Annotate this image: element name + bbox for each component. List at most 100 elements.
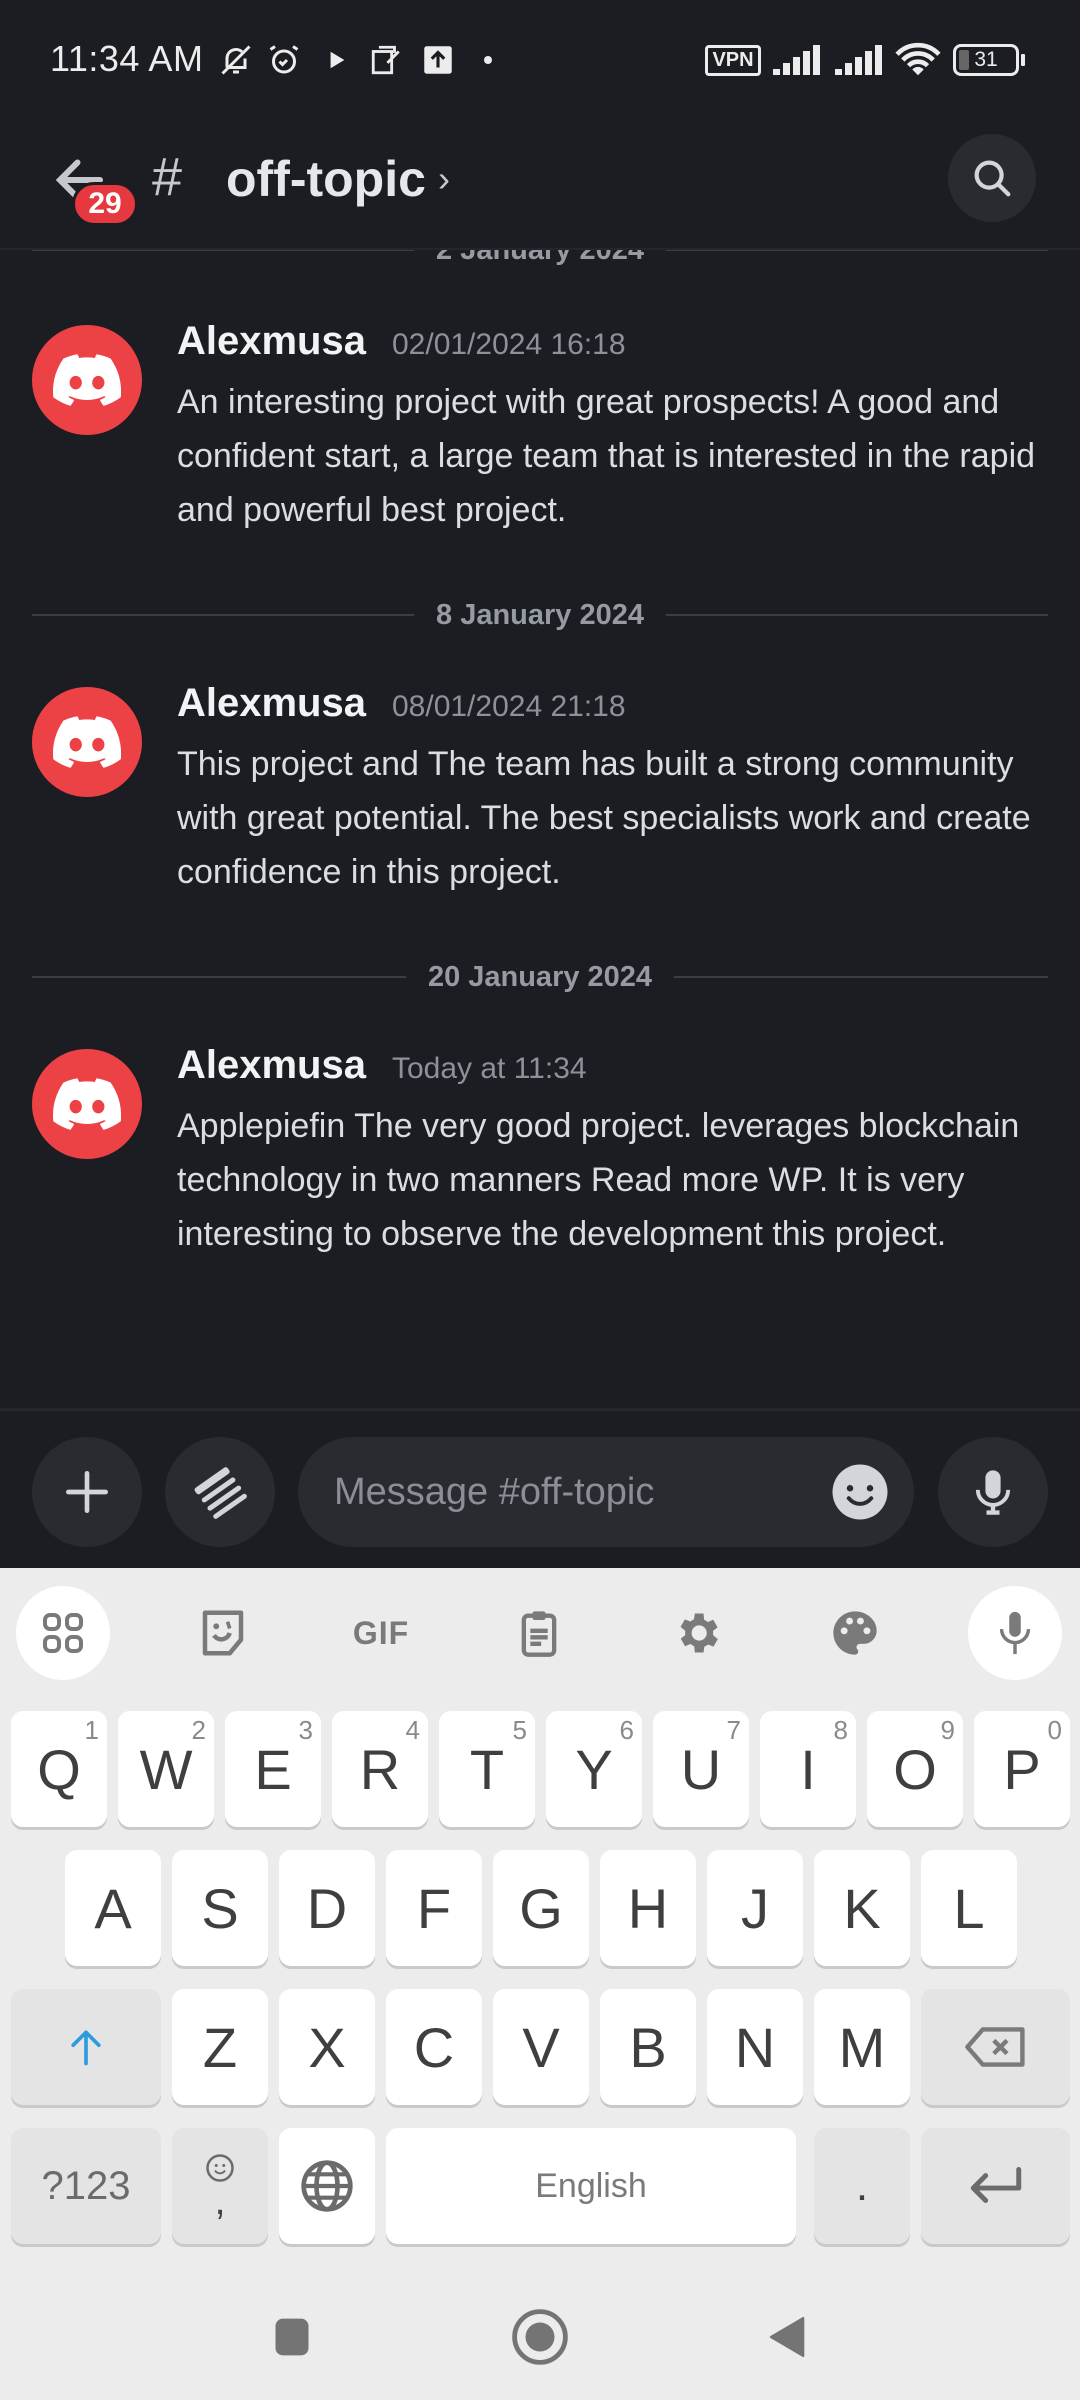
smiley-icon xyxy=(832,1464,888,1520)
key-y[interactable]: Y6 xyxy=(546,1711,642,1827)
alarm-icon xyxy=(264,40,304,80)
key-i[interactable]: I8 xyxy=(760,1711,856,1827)
chevron-right-icon[interactable]: › xyxy=(438,158,450,200)
backspace-key[interactable] xyxy=(921,1989,1070,2105)
search-icon xyxy=(974,160,1011,197)
wifi-icon xyxy=(892,40,944,80)
message-input-container[interactable] xyxy=(298,1437,914,1547)
key-u[interactable]: U7 xyxy=(653,1711,749,1827)
message-author[interactable]: Alexmusa xyxy=(177,681,366,726)
key-s[interactable]: S xyxy=(172,1850,268,1966)
enter-key[interactable] xyxy=(921,2128,1070,2244)
play-store-icon xyxy=(322,40,352,80)
message-text: Applepiefin The very good project. lever… xyxy=(177,1107,1020,1253)
system-nav-bar xyxy=(0,2270,1080,2400)
avatar[interactable] xyxy=(32,1049,142,1159)
triangle-back-icon xyxy=(769,2316,805,2358)
date-divider: 20 January 2024 xyxy=(32,957,1048,997)
date-divider: 2 January 2024 xyxy=(32,250,1049,270)
comma-key[interactable]: , xyxy=(172,2128,268,2244)
keyboard-voice-button[interactable] xyxy=(968,1586,1062,1680)
signal-icon xyxy=(770,40,822,80)
gear-icon xyxy=(680,1613,718,1653)
date-divider: 8 January 2024 xyxy=(32,595,1049,635)
key-b[interactable]: B xyxy=(600,1989,696,2105)
discord-logo-icon xyxy=(53,354,121,406)
palette-icon xyxy=(833,1611,877,1655)
shift-key[interactable] xyxy=(11,1989,161,2105)
square-icon xyxy=(275,2318,309,2356)
avatar[interactable] xyxy=(32,325,142,435)
theme-button[interactable] xyxy=(808,1586,902,1680)
key-v[interactable]: V xyxy=(493,1989,589,2105)
vpn-icon: VPN xyxy=(705,40,761,80)
status-bar: 11:34 AM VPN 31 xyxy=(0,0,1080,120)
home-button[interactable] xyxy=(500,2302,580,2372)
language-key[interactable] xyxy=(279,2128,375,2244)
backspace-icon xyxy=(964,2027,1025,2067)
message-input[interactable] xyxy=(334,1437,794,1547)
period-key[interactable]: . xyxy=(814,2128,910,2244)
message-text: An interesting project with great prospe… xyxy=(177,383,1036,529)
key-j[interactable]: J xyxy=(707,1850,803,1966)
message-composer xyxy=(0,1408,1080,1568)
key-m[interactable]: M xyxy=(814,1989,910,2105)
add-attachment-button[interactable] xyxy=(32,1437,142,1547)
clipboard-icon xyxy=(521,1611,557,1657)
key-k[interactable]: K xyxy=(814,1850,910,1966)
notes-icon xyxy=(366,40,406,80)
key-n[interactable]: N xyxy=(707,1989,803,2105)
dot-icon xyxy=(480,40,496,80)
unread-badge: 29 xyxy=(72,182,138,226)
message-author[interactable]: Alexmusa xyxy=(177,1043,366,1088)
keyboard-apps-button[interactable] xyxy=(16,1586,110,1680)
key-o[interactable]: O9 xyxy=(867,1711,963,1827)
clipboard-button[interactable] xyxy=(492,1586,586,1680)
space-key[interactable]: English xyxy=(386,2128,796,2244)
key-w[interactable]: W2 xyxy=(118,1711,214,1827)
key-g[interactable]: G xyxy=(493,1850,589,1966)
voice-message-button[interactable] xyxy=(938,1437,1048,1547)
keyboard-settings-button[interactable] xyxy=(650,1586,744,1680)
signal-icon-2 xyxy=(832,40,884,80)
channel-name[interactable]: off-topic xyxy=(226,150,426,208)
key-c[interactable]: C xyxy=(386,1989,482,2105)
emoji-button[interactable] xyxy=(830,1462,890,1522)
symbols-key[interactable]: ?123 xyxy=(11,2128,161,2244)
key-l[interactable]: L xyxy=(921,1850,1017,1966)
message-list[interactable]: 2 January 2024 Alexmusa 02/01/2024 16:18… xyxy=(0,250,1080,1408)
message-author[interactable]: Alexmusa xyxy=(177,319,366,364)
channel-hash-icon: # xyxy=(152,147,183,207)
key-h[interactable]: H xyxy=(600,1850,696,1966)
key-x[interactable]: X xyxy=(279,1989,375,2105)
back-nav-button[interactable] xyxy=(748,2302,828,2372)
plus-icon xyxy=(66,1471,108,1513)
apps-button[interactable] xyxy=(165,1437,275,1547)
key-p[interactable]: P0 xyxy=(974,1711,1070,1827)
avatar[interactable] xyxy=(32,687,142,797)
key-q[interactable]: Q1 xyxy=(11,1711,107,1827)
key-e[interactable]: E3 xyxy=(225,1711,321,1827)
enter-icon xyxy=(970,2166,1021,2203)
home-circle-icon xyxy=(512,2309,568,2365)
key-r[interactable]: R4 xyxy=(332,1711,428,1827)
key-d[interactable]: D xyxy=(279,1850,375,1966)
channel-header: 29 # off-topic › xyxy=(0,120,1080,250)
sticker-icon xyxy=(202,1610,244,1656)
gif-label: GIF xyxy=(352,1614,410,1651)
status-time: 11:34 AM xyxy=(50,38,204,79)
sticker-button[interactable] xyxy=(176,1586,270,1680)
grid-icon xyxy=(43,1613,83,1653)
shift-arrow-icon xyxy=(71,2030,101,2066)
gif-button[interactable]: GIF xyxy=(334,1586,428,1680)
search-button[interactable] xyxy=(948,134,1036,222)
message-timestamp: 02/01/2024 16:18 xyxy=(391,328,626,361)
key-t[interactable]: T5 xyxy=(439,1711,535,1827)
message-timestamp: Today at 11:34 xyxy=(391,1052,587,1085)
discord-logo-icon xyxy=(53,1078,121,1130)
key-f[interactable]: F xyxy=(386,1850,482,1966)
key-a[interactable]: A xyxy=(65,1850,161,1966)
recents-button[interactable] xyxy=(252,2302,332,2372)
globe-icon xyxy=(301,2160,353,2212)
key-z[interactable]: Z xyxy=(172,1989,268,2105)
